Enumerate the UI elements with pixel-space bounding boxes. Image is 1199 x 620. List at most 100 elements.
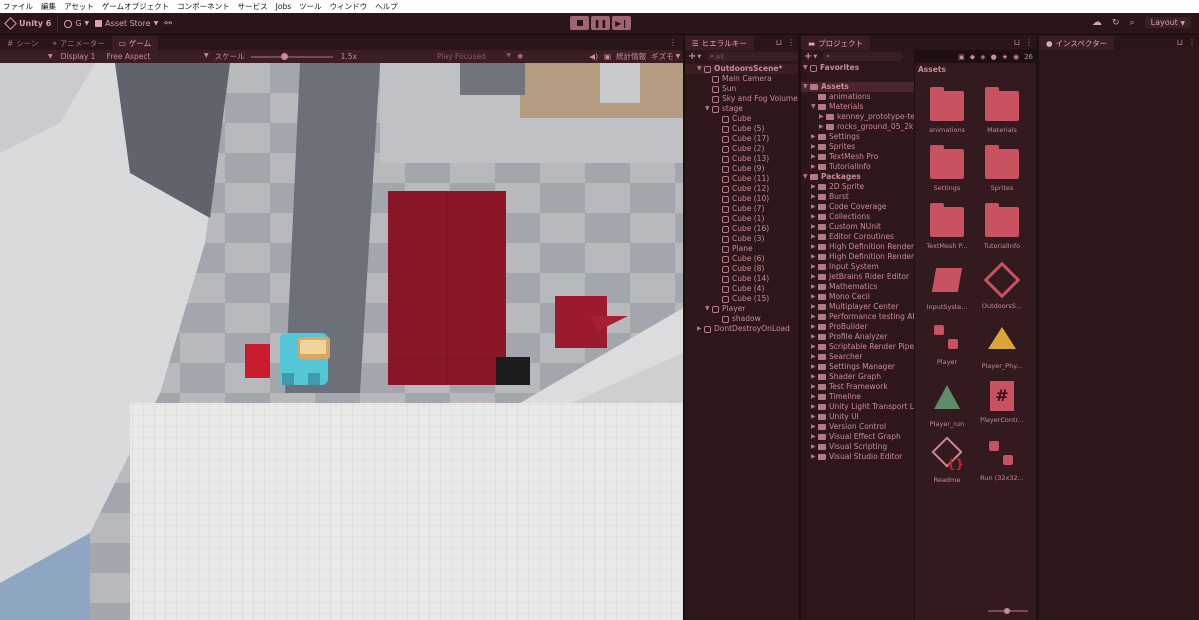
hierarchy-item[interactable]: ▼ Player [685, 304, 798, 314]
menu-item[interactable]: ツール [299, 1, 322, 12]
favorites-item[interactable]: ▼ Favorites [801, 63, 914, 73]
expand-arrow-icon[interactable]: ▶ [811, 342, 818, 352]
hierarchy-item[interactable]: Cube (3) [685, 234, 798, 244]
expand-arrow-icon[interactable]: ▶ [811, 402, 818, 412]
expand-arrow-icon[interactable]: ▶ [819, 112, 826, 122]
hierarchy-item[interactable]: Cube (7) [685, 204, 798, 214]
expand-arrow-icon[interactable]: ▶ [811, 412, 818, 422]
package-folder[interactable]: ▶ 2D Sprite [801, 182, 914, 192]
expand-arrow-icon[interactable]: ▼ [803, 82, 810, 92]
hierarchy-item[interactable]: Sun [685, 84, 798, 94]
hierarchy-item[interactable]: Cube (6) [685, 254, 798, 264]
hierarchy-item[interactable]: Cube (15) [685, 294, 798, 304]
expand-arrow-icon[interactable]: ▶ [811, 352, 818, 362]
play-mode-dropdown[interactable]: Play Focused ▼ [437, 52, 511, 61]
add-button[interactable]: + [804, 51, 812, 62]
expand-arrow-icon[interactable]: ▶ [811, 242, 818, 252]
project-folder[interactable]: ▶ kenney_prototype-textures [801, 112, 914, 122]
hierarchy-item[interactable]: Cube (1) [685, 214, 798, 224]
game-viewport[interactable] [0, 63, 683, 620]
tab-animator[interactable]: ⚹ アニメーター [45, 36, 111, 50]
history-icon[interactable]: ↻ [1112, 18, 1120, 28]
packages-folder[interactable]: ▼ Packages [801, 172, 914, 182]
menu-item[interactable]: ヘルプ [375, 1, 398, 12]
package-folder[interactable]: ▶ JetBrains Rider Editor [801, 272, 914, 282]
hierarchy-item[interactable]: shadow [685, 314, 798, 324]
package-folder[interactable]: ▶ Version Control [801, 422, 914, 432]
expand-arrow-icon[interactable]: ▶ [811, 282, 818, 292]
expand-arrow-icon[interactable]: ▶ [811, 422, 818, 432]
hierarchy-item[interactable]: Cube (5) [685, 124, 798, 134]
hierarchy-item[interactable]: Cube (17) [685, 134, 798, 144]
package-folder[interactable]: ▶ Visual Scripting [801, 442, 914, 452]
package-folder[interactable]: ▶ Visual Effect Graph [801, 432, 914, 442]
grid-breadcrumb[interactable]: Assets [915, 65, 1036, 75]
filter-type-icon[interactable]: ▣ [958, 53, 965, 61]
asset-item[interactable]: Run (32x32... [974, 439, 1030, 482]
expand-arrow-icon[interactable]: ▶ [811, 432, 818, 442]
lock-icon[interactable]: ⊔ [1177, 38, 1183, 47]
asset-item[interactable]: TextMesh P... [919, 203, 975, 250]
menu-item[interactable]: ウィンドウ [330, 1, 368, 12]
more-options-icon[interactable]: ⋮ [787, 38, 795, 47]
project-folder[interactable]: animations [801, 92, 914, 102]
package-folder[interactable]: ▶ Scriptable Render Pipeline [801, 342, 914, 352]
cloud-icon[interactable]: ☁ [1092, 17, 1102, 28]
scale-slider[interactable] [250, 52, 333, 60]
asset-item[interactable]: Player_run [919, 381, 975, 428]
tab-scene[interactable]: # シーン [0, 36, 45, 50]
hierarchy-item[interactable]: Cube (10) [685, 194, 798, 204]
pause-button[interactable]: ❚❚ [591, 16, 610, 30]
version-control-icon[interactable]: ⚯ [164, 19, 172, 29]
menu-item[interactable]: コンポーネント [177, 1, 230, 12]
expand-arrow-icon[interactable]: ▶ [811, 312, 818, 322]
hierarchy-item[interactable]: Main Camera [685, 74, 798, 84]
hierarchy-item[interactable]: Cube (9) [685, 164, 798, 174]
package-folder[interactable]: ▶ Code Coverage [801, 202, 914, 212]
hierarchy-item[interactable]: Cube (2) [685, 144, 798, 154]
expand-arrow-icon[interactable]: ▼ [803, 172, 810, 182]
asset-item[interactable]: {} Readme [919, 436, 975, 484]
package-folder[interactable]: ▶ Visual Studio Editor [801, 452, 914, 462]
expand-arrow-icon[interactable]: ▶ [811, 132, 818, 142]
expand-arrow-icon[interactable]: ▶ [811, 272, 818, 282]
project-folder[interactable]: ▶ TutorialInfo [801, 162, 914, 172]
hierarchy-item[interactable]: Sky and Fog Volume [685, 94, 798, 104]
expand-arrow-icon[interactable]: ▼ [705, 104, 712, 114]
hierarchy-item[interactable]: Plane [685, 244, 798, 254]
expand-arrow-icon[interactable]: ▶ [819, 122, 826, 132]
unity-account-button[interactable]: Unity 6 [4, 17, 51, 30]
asset-store-button[interactable]: Asset Store ▼ [95, 19, 158, 28]
bug-icon[interactable]: ✱ [517, 52, 523, 61]
package-folder[interactable]: ▶ ProBuilder [801, 322, 914, 332]
step-button[interactable]: ▶❙ [612, 16, 631, 30]
display-dropdown[interactable]: Display 1 [61, 52, 101, 61]
expand-arrow-icon[interactable]: ▶ [811, 222, 818, 232]
menu-item[interactable]: 編集 [41, 1, 56, 12]
project-folder[interactable]: ▶ TextMesh Pro [801, 152, 914, 162]
package-folder[interactable]: ▶ Collections [801, 212, 914, 222]
tab-hierarchy[interactable]: ☰ ヒエラルキー [685, 36, 754, 50]
lock-icon[interactable]: ⊔ [1014, 38, 1020, 47]
expand-arrow-icon[interactable]: ▶ [811, 332, 818, 342]
asset-item[interactable]: Settings [919, 145, 975, 192]
asset-item[interactable]: Materials [974, 87, 1030, 134]
tag-icon[interactable]: ◈ [980, 53, 985, 61]
stop-button[interactable] [570, 16, 589, 30]
package-folder[interactable]: ▶ Mono Cecil [801, 292, 914, 302]
hierarchy-item[interactable]: Cube (13) [685, 154, 798, 164]
tab-project[interactable]: ▬ プロジェクト [801, 36, 871, 50]
game-dropdown-arrow[interactable]: ▼ [48, 53, 53, 60]
hierarchy-item[interactable]: Cube (11) [685, 174, 798, 184]
asset-item[interactable]: InputSyste... [919, 265, 975, 311]
menu-item[interactable]: サービス [238, 1, 268, 12]
expand-arrow-icon[interactable]: ▼ [705, 304, 712, 314]
hierarchy-item[interactable]: Cube (14) [685, 274, 798, 284]
assets-folder[interactable]: ▼ Assets [801, 82, 914, 92]
asset-item[interactable]: Sprites [974, 145, 1030, 192]
project-folder[interactable]: ▶ Settings [801, 132, 914, 142]
more-options-icon[interactable]: ⋮ [1188, 38, 1196, 47]
package-folder[interactable]: ▶ Editor Coroutines [801, 232, 914, 242]
package-folder[interactable]: ▶ Test Framework [801, 382, 914, 392]
mute-audio-icon[interactable]: ◀) [589, 52, 598, 61]
